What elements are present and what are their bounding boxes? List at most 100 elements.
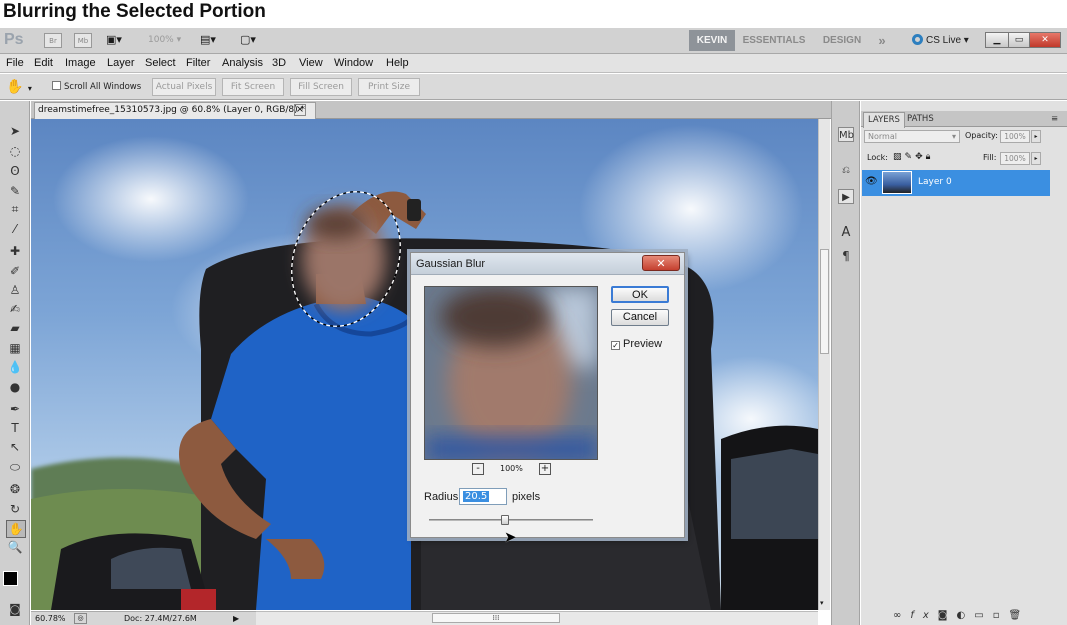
vertical-scrollbar[interactable]: ▾ [818, 119, 830, 610]
preview-checkbox[interactable]: ✓ Preview [611, 338, 662, 350]
maximize-button[interactable]: ▭ [1008, 32, 1030, 48]
lasso-tool-icon[interactable]: ʘ [6, 163, 24, 179]
healing-brush-tool-icon[interactable]: ✚ [6, 243, 24, 259]
menu-analysis[interactable]: Analysis [222, 57, 263, 69]
zoom-tool-icon[interactable]: 🔍 [6, 539, 24, 555]
blur-preview[interactable] [424, 286, 598, 460]
close-tab-icon[interactable]: × [294, 104, 306, 116]
tab-paths[interactable]: PATHS [903, 112, 938, 127]
marquee-tool-icon[interactable]: ◌ [6, 143, 24, 159]
menu-layer[interactable]: Layer [107, 57, 135, 69]
mini-bridge-panel-icon[interactable]: Mb [838, 127, 854, 142]
cs-live-menu[interactable]: CS Live ▾ [912, 34, 969, 46]
shape-tool-icon[interactable]: ⬭ [6, 459, 24, 475]
zoom-level-dropdown[interactable]: 100% ▾ [148, 35, 181, 45]
path-selection-tool-icon[interactable]: ↖ [6, 439, 24, 455]
dialog-close-button[interactable]: ✕ [642, 255, 680, 271]
menu-3d[interactable]: 3D [272, 57, 286, 69]
workspace-kevin[interactable]: KEVIN [689, 30, 735, 51]
fit-screen-button[interactable]: Fit Screen [222, 78, 284, 96]
visibility-eye-icon[interactable]: 👁 [865, 176, 878, 187]
layer-mask-icon[interactable]: ◙ [938, 610, 957, 621]
minimize-button[interactable]: ▁ [985, 32, 1009, 48]
fill-screen-button[interactable]: Fill Screen [290, 78, 352, 96]
lock-options[interactable]: ▧✎✥🔒︎ [893, 152, 933, 162]
menu-help[interactable]: Help [386, 57, 409, 69]
scroll-all-windows-checkbox[interactable]: Scroll All Windows [52, 81, 141, 92]
menu-select[interactable]: Select [145, 57, 176, 69]
pen-tool-icon[interactable]: ✒ [6, 401, 24, 417]
new-layer-icon[interactable]: ▫ [993, 610, 1009, 621]
close-window-button[interactable]: ✕ [1029, 32, 1061, 48]
radius-slider-thumb[interactable] [500, 515, 509, 525]
crop-tool-icon[interactable]: ⌗ [6, 201, 24, 217]
history-panel-icon[interactable]: ⎌ [838, 163, 854, 178]
panel-menu-icon[interactable]: ≡ [1047, 112, 1062, 127]
layer-row[interactable]: 👁 Layer 0 [862, 170, 1050, 196]
adjustment-layer-icon[interactable]: ◐ [957, 610, 975, 621]
clone-stamp-tool-icon[interactable]: ♙ [6, 282, 24, 298]
arrange-documents-button[interactable]: ▤▾ [200, 33, 228, 48]
zoom-in-button[interactable]: + [539, 463, 551, 475]
view-extras-button[interactable]: ▣▾ [106, 33, 132, 48]
status-zoom[interactable]: 60.78% [35, 612, 66, 625]
horizontal-scrollbar[interactable]: ⁞⁞⁞ [256, 611, 818, 625]
document-tab[interactable]: dreamstimefree_15310573.jpg @ 60.8% (Lay… [34, 102, 316, 119]
history-brush-tool-icon[interactable]: ✍ [6, 301, 24, 317]
fill-arrow-icon[interactable]: ▸ [1031, 152, 1041, 165]
fill-field[interactable]: 100% [1000, 152, 1030, 165]
character-panel-icon[interactable]: A [838, 225, 854, 240]
dodge-tool-icon[interactable]: ● [6, 379, 24, 395]
menu-edit[interactable]: Edit [34, 57, 53, 69]
quick-mask-icon[interactable]: ◙ [6, 601, 24, 617]
3d-orbit-tool-icon[interactable]: ↻ [6, 501, 24, 517]
horizontal-scroll-thumb[interactable]: ⁞⁞⁞ [432, 613, 560, 623]
opacity-arrow-icon[interactable]: ▸ [1031, 130, 1041, 143]
print-size-button[interactable]: Print Size [358, 78, 420, 96]
screen-mode-button[interactable]: ▢▾ [240, 33, 268, 48]
brush-tool-icon[interactable]: ✐ [6, 263, 24, 279]
vertical-scroll-thumb[interactable] [820, 249, 829, 354]
bridge-button[interactable]: Br [44, 33, 62, 48]
actual-pixels-button[interactable]: Actual Pixels [152, 78, 216, 96]
menu-file[interactable]: File [6, 57, 24, 69]
3d-rotate-tool-icon[interactable]: ❂ [6, 481, 24, 497]
mini-bridge-button[interactable]: Mb [74, 33, 92, 48]
blend-mode-dropdown[interactable]: Normal ▾ [864, 130, 960, 143]
layer-style-icon[interactable]: fx [910, 610, 937, 621]
slide-title: Blurring the Selected Portion [3, 1, 266, 22]
eyedropper-tool-icon[interactable]: ⁄ [6, 221, 24, 237]
menu-filter[interactable]: Filter [186, 57, 210, 69]
quick-selection-tool-icon[interactable]: ✎ [6, 183, 24, 199]
foreground-color-swatch[interactable] [3, 571, 18, 586]
cancel-button[interactable]: Cancel [611, 309, 669, 326]
scroll-down-arrow-icon[interactable]: ▾ [820, 599, 824, 607]
hand-tool-icon[interactable]: ✋ [6, 520, 26, 538]
eraser-tool-icon[interactable]: ▰ [6, 320, 24, 336]
workspace-essentials[interactable]: ESSENTIALS [740, 30, 808, 51]
blur-tool-icon[interactable]: 💧 [6, 359, 24, 375]
link-layers-icon[interactable]: ∞ [893, 610, 910, 621]
paragraph-panel-icon[interactable]: ¶ [838, 249, 854, 264]
gradient-tool-icon[interactable]: ▦ [6, 340, 24, 356]
status-menu-arrow-icon[interactable]: ▶ [233, 612, 239, 625]
status-preview-icon[interactable]: ◎ [74, 613, 87, 624]
layer-thumbnail [882, 171, 912, 194]
ok-button[interactable]: OK [611, 286, 669, 303]
more-workspaces-button[interactable]: » [872, 30, 892, 51]
radius-slider[interactable] [429, 515, 593, 525]
actions-panel-icon[interactable]: ▶ [838, 189, 854, 204]
tab-layers[interactable]: LAYERS [863, 112, 905, 128]
new-group-icon[interactable]: ▭ [974, 610, 992, 621]
type-tool-icon[interactable]: T [6, 420, 24, 436]
opacity-field[interactable]: 100% [1000, 130, 1030, 143]
radius-input[interactable]: 20.5 [459, 488, 507, 505]
workspace-design[interactable]: DESIGN [818, 30, 866, 51]
delete-layer-icon[interactable]: 🗑︎ [1008, 610, 1030, 621]
move-tool-icon[interactable]: ➤ [6, 123, 24, 139]
menu-image[interactable]: Image [65, 57, 96, 69]
menu-view[interactable]: View [299, 57, 323, 69]
zoom-out-button[interactable]: - [472, 463, 484, 475]
tool-preset-picker[interactable]: ✋ ▾ [6, 78, 42, 96]
menu-window[interactable]: Window [334, 57, 373, 69]
